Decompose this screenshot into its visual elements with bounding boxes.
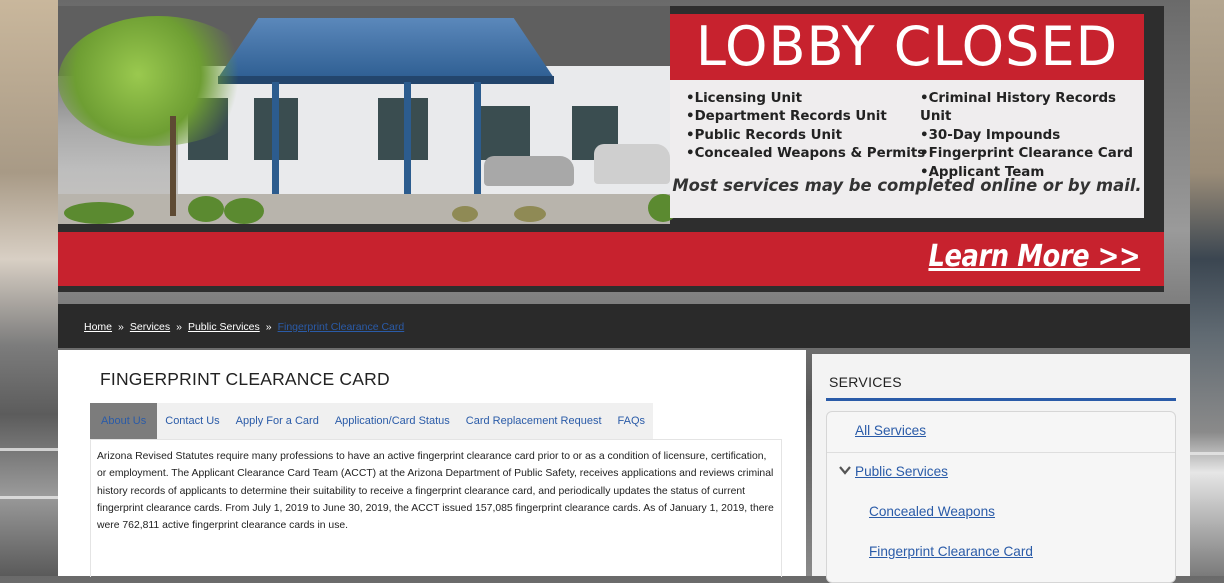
about-paragraph: Arizona Revised Statutes require many pr… (97, 451, 774, 532)
unit-item: Concealed Weapons & Permits (686, 145, 926, 163)
tab-faqs[interactable]: FAQs (610, 403, 654, 439)
sidebar-item-all-services[interactable]: All Services (855, 423, 926, 438)
tab-bar: About Us Contact Us Apply For a Card App… (90, 403, 654, 439)
breadcrumb-bar: Home » Services » Public Services » Fingerprin… (58, 304, 1190, 348)
road-marking (1190, 452, 1224, 455)
tab-panel: Arizona Revised Statutes require many pr… (90, 439, 782, 577)
sidebar-title: SERVICES (829, 374, 902, 390)
unit-item: 30-Day Impounds (920, 127, 1144, 145)
tab-contact-us[interactable]: Contact Us (157, 403, 227, 439)
breadcrumb-home[interactable]: Home (84, 321, 112, 333)
lobby-closed-banner[interactable]: LOBBY CLOSED Licensing Unit Department R… (58, 6, 1164, 292)
sidebar-item-fingerprint-clearance-card[interactable]: Fingerprint Clearance Card (869, 544, 1033, 559)
breadcrumb-separator: » (118, 321, 124, 333)
learn-more-bar[interactable]: Learn More >> (58, 232, 1164, 286)
page-title: FINGERPRINT CLEARANCE CARD (100, 369, 390, 389)
tab-card-replacement[interactable]: Card Replacement Request (458, 403, 610, 439)
road-marking (0, 496, 58, 499)
chevron-down-icon[interactable] (839, 464, 851, 478)
tab-application-status[interactable]: Application/Card Status (327, 403, 458, 439)
unit-item: Department Records Unit (686, 108, 925, 126)
road-marking (0, 448, 58, 451)
tab-about-us[interactable]: About Us (90, 403, 158, 439)
banner-photo (58, 6, 678, 224)
online-services-note: Most services may be completed online or… (672, 176, 1142, 195)
main-content: FINGERPRINT CLEARANCE CARD About Us Cont… (58, 350, 806, 577)
services-sidebar: SERVICES All Services Public Services Co… (812, 354, 1190, 583)
unit-item: Licensing Unit (686, 90, 925, 108)
divider (827, 452, 1175, 453)
units-list-right: Criminal History Records Unit 30-Day Imp… (920, 90, 1144, 182)
background-right (1190, 0, 1224, 576)
background-left (0, 0, 58, 576)
breadcrumb-public-services[interactable]: Public Services (188, 321, 260, 333)
breadcrumb: Home » Services » Public Services » Fingerprin… (84, 321, 404, 333)
units-list-left: Licensing Unit Department Records Unit P… (686, 90, 926, 164)
unit-item: Fingerprint Clearance Card (920, 145, 1144, 163)
tab-apply-for-a-card[interactable]: Apply For a Card (228, 403, 327, 439)
breadcrumb-separator: » (176, 321, 182, 333)
lobby-closed-headline: LOBBY CLOSED (670, 14, 1144, 80)
sidebar-title-rule (826, 398, 1176, 401)
sidebar-nav: All Services Public Services Concealed W… (826, 411, 1176, 583)
unit-item: Criminal History Records Unit (920, 90, 1144, 127)
breadcrumb-separator: » (265, 321, 272, 333)
breadcrumb-current[interactable]: Fingerprint Clearance Card (278, 321, 405, 333)
sidebar-item-concealed-weapons[interactable]: Concealed Weapons (869, 504, 995, 519)
breadcrumb-services[interactable]: Services (130, 321, 170, 333)
learn-more-link[interactable]: Learn More >> (928, 239, 1140, 274)
lobby-notice: LOBBY CLOSED Licensing Unit Department R… (670, 14, 1144, 218)
sidebar-item-public-services[interactable]: Public Services (855, 464, 948, 479)
unit-item: Public Records Unit (686, 127, 925, 145)
